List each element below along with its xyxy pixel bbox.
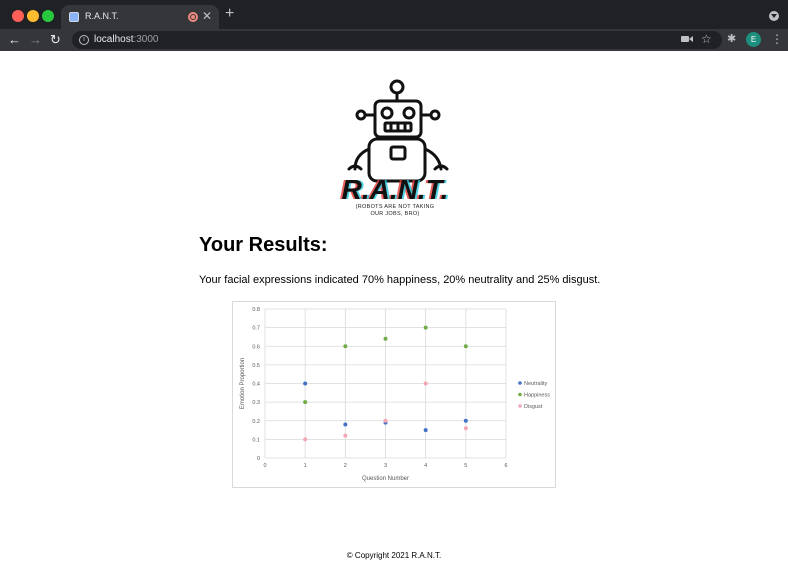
logo-wordmark: R.A.N.T. bbox=[342, 174, 449, 205]
page-content: R.A.N.T. R.A.N.T. R.A.N.T. (ROBOTS ARE N… bbox=[0, 51, 788, 573]
data-point-happiness bbox=[423, 325, 428, 330]
x-tick-label: 1 bbox=[304, 463, 307, 469]
minimize-window-button[interactable] bbox=[27, 10, 39, 22]
legend-marker-happiness bbox=[518, 392, 522, 397]
close-window-button[interactable] bbox=[12, 10, 24, 22]
legend-marker-disgust bbox=[518, 404, 522, 408]
browser-tab[interactable]: R.A.N.T. ✕ bbox=[61, 5, 219, 29]
maximize-window-button[interactable] bbox=[42, 10, 54, 22]
x-tick-label: 2 bbox=[344, 463, 347, 469]
data-point-neutrality bbox=[303, 381, 308, 386]
y-tick-label: 0.2 bbox=[252, 419, 260, 425]
x-tick-label: 3 bbox=[384, 463, 387, 469]
more-menu-icon[interactable]: ⋮ bbox=[771, 32, 783, 46]
close-tab-icon[interactable]: ✕ bbox=[202, 9, 212, 23]
rant-robot-logo: R.A.N.T. R.A.N.T. R.A.N.T. bbox=[340, 79, 450, 205]
tagline-line-1: (ROBOTS ARE NOT TAKING bbox=[355, 204, 435, 210]
url-port: :3000 bbox=[133, 34, 159, 45]
camera-icon[interactable] bbox=[681, 36, 689, 42]
y-tick-label: 0.4 bbox=[252, 382, 260, 388]
x-tick-label: 6 bbox=[504, 463, 507, 469]
footer-copyright: © Copyright 2021 R.A.N.T. bbox=[346, 551, 442, 560]
results-summary: Your facial expressions indicated 70% ha… bbox=[199, 274, 601, 286]
info-icon[interactable]: i bbox=[79, 35, 89, 45]
recording-indicator-icon bbox=[188, 12, 198, 22]
data-point-disgust bbox=[303, 437, 308, 442]
y-tick-label: 0.1 bbox=[252, 437, 260, 443]
y-tick-label: 0.7 bbox=[252, 326, 260, 332]
legend-label-happiness: Happiness bbox=[524, 393, 550, 399]
tab-search-icon[interactable] bbox=[769, 11, 779, 21]
reload-icon[interactable]: ↻ bbox=[50, 31, 61, 49]
data-point-happiness bbox=[463, 344, 468, 349]
results-heading: Your Results: bbox=[199, 234, 328, 256]
x-tick-label: 5 bbox=[464, 463, 467, 469]
forward-arrow-icon[interactable]: → bbox=[29, 31, 42, 49]
address-bar[interactable]: i localhost:3000 ☆ bbox=[72, 31, 722, 49]
y-tick-label: 0.6 bbox=[252, 344, 260, 350]
x-tick-label: 4 bbox=[424, 463, 427, 469]
browser-toolbar: ← → ↻ i localhost:3000 ☆ ✱ E ⋮ bbox=[0, 29, 788, 51]
new-tab-button[interactable]: + bbox=[225, 6, 234, 22]
y-tick-label: 0.8 bbox=[252, 307, 260, 313]
x-axis-label: Question Number bbox=[362, 476, 409, 482]
data-point-happiness bbox=[343, 344, 348, 349]
data-point-disgust bbox=[423, 381, 428, 386]
tagline-line-2: OUR JOBS, BRO) bbox=[370, 211, 420, 217]
bookmark-star-icon[interactable]: ☆ bbox=[701, 32, 712, 46]
data-point-disgust bbox=[343, 433, 348, 438]
x-tick-label: 0 bbox=[263, 463, 266, 469]
back-arrow-icon[interactable]: ← bbox=[8, 31, 21, 49]
data-point-happiness bbox=[383, 336, 388, 341]
data-point-disgust bbox=[463, 426, 468, 431]
emotion-chart: 0 1 2 3 4 5 6 0 0.1 0.2 0.3 0.4 0.5 0.6 0.7 0.8 Question… bbox=[232, 301, 556, 488]
data-point-happiness bbox=[303, 400, 308, 405]
url-host: localhost bbox=[94, 34, 134, 45]
data-point-neutrality bbox=[343, 422, 348, 427]
legend-marker-neutrality bbox=[518, 381, 522, 385]
legend-label-neutrality: Neutrality bbox=[524, 381, 547, 387]
y-tick-label: 0.5 bbox=[252, 363, 260, 369]
logo-tagline: (ROBOTS ARE NOT TAKING OUR JOBS, BRO) bbox=[330, 204, 460, 218]
tab-title: R.A.N.T. bbox=[85, 11, 119, 21]
y-tick-label: 0 bbox=[257, 456, 260, 462]
legend-label-disgust: Disgust bbox=[524, 404, 543, 410]
emotion-scatter-plot: 0 1 2 3 4 5 6 0 0.1 0.2 0.3 0.4 0.5 0.6 0.7 0.8 Question… bbox=[240, 307, 550, 482]
url-text[interactable]: localhost:3000 bbox=[94, 34, 159, 45]
browser-titlebar: R.A.N.T. ✕ + bbox=[0, 0, 788, 29]
y-tick-label: 0.3 bbox=[252, 400, 260, 406]
data-point-neutrality bbox=[463, 418, 468, 423]
robot-favicon-icon bbox=[69, 12, 79, 22]
data-point-neutrality bbox=[423, 428, 428, 433]
extensions-puzzle-icon[interactable]: ✱ bbox=[727, 33, 736, 45]
y-axis-label: Emotion Proportion bbox=[240, 358, 246, 409]
profile-avatar[interactable]: E bbox=[746, 32, 761, 47]
data-point-disgust bbox=[383, 418, 388, 423]
